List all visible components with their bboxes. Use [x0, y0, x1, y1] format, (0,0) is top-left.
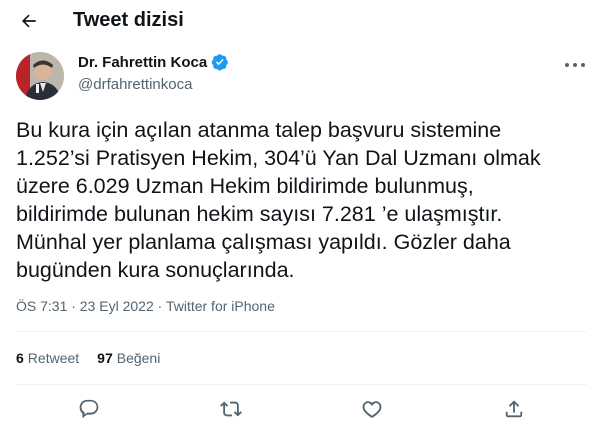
tweet-text: Bu kura için açılan atanma talep başvuru… [16, 116, 591, 284]
page-title: Tweet dizisi [73, 9, 184, 31]
share-icon[interactable] [501, 396, 527, 422]
author-name[interactable]: Dr. Fahrettin Koca [78, 53, 229, 71]
tweet-line: 1.252’si Pratisyen Hekim, 304’ü Yan Dal … [16, 146, 541, 170]
tweet-line: bugünden kura sonuçlarında. [16, 258, 295, 282]
retweet-label: Retweet [27, 350, 80, 366]
retweet-stat[interactable]: 6 Retweet [16, 350, 79, 366]
author-handle[interactable]: @drfahrettinkoca [78, 76, 192, 93]
reply-icon[interactable] [76, 396, 102, 422]
action-bar [0, 392, 603, 426]
divider [16, 331, 587, 332]
tweet-line: üzere 6.029 Uzman Hekim bildirimde bulun… [16, 174, 474, 198]
divider [16, 384, 587, 385]
tweet-line: Münhal yer planlama çalışması yapıldı. G… [16, 230, 511, 254]
like-icon[interactable] [359, 396, 385, 422]
like-count: 97 [97, 350, 113, 366]
tweet-stats: 6 Retweet 97 Beğeni [16, 350, 160, 366]
author-name-text[interactable]: Dr. Fahrettin Koca [78, 54, 207, 71]
tweet-timestamp[interactable]: ÖS 7:31 · 23 Eyl 2022 · Twitter for iPho… [16, 298, 275, 314]
avatar[interactable] [16, 52, 64, 100]
retweet-icon[interactable] [218, 396, 244, 422]
retweet-count: 6 [16, 350, 24, 366]
like-label: Beğeni [116, 350, 161, 366]
back-arrow-icon[interactable] [16, 8, 42, 34]
header: Tweet dizisi [0, 0, 603, 40]
tweet-line: Bu kura için açılan atanma talep başvuru… [16, 118, 502, 142]
tweet-line: bildirimde bulunan hekim sayısı 7.281 ’e… [16, 202, 503, 226]
like-stat[interactable]: 97 Beğeni [97, 350, 160, 366]
more-icon[interactable] [565, 60, 585, 70]
verified-badge-icon [211, 53, 229, 71]
